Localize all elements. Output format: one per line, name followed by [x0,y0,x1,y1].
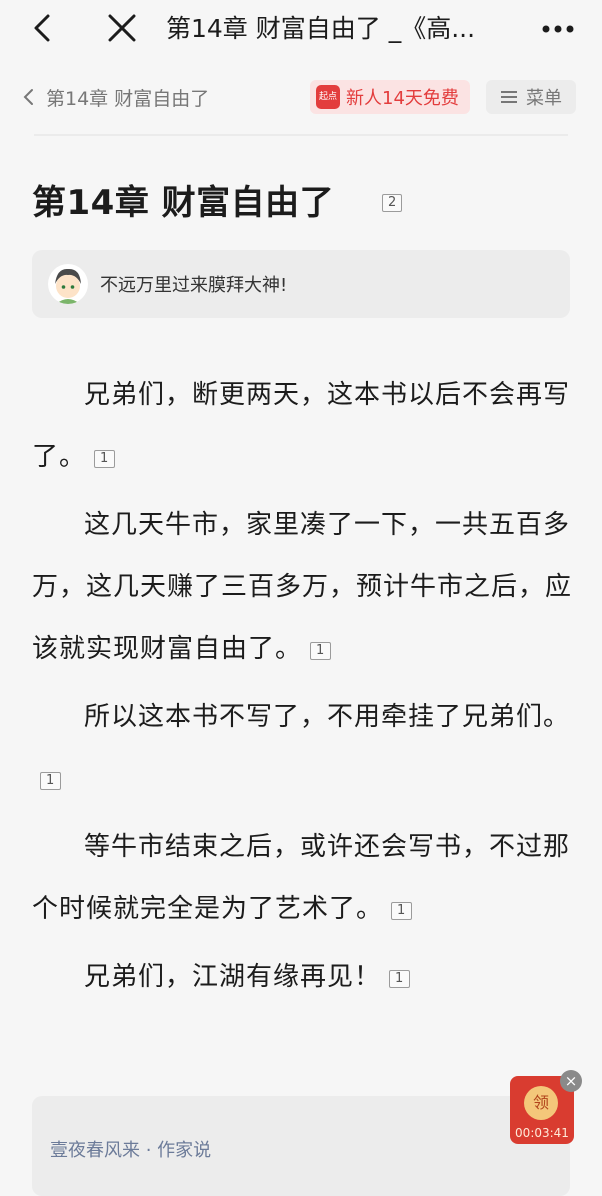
close-widget-button[interactable]: × [560,1070,582,1092]
breadcrumb-label: 第14章 财富自由了 [46,87,210,110]
paragraph-comment-badge[interactable]: 1 [310,642,332,660]
paragraph-comment-badge[interactable]: 1 [94,450,116,468]
chapter-content: 兄弟们，断更两天，这本书以后不会再写了。 1 这几天牛市，家里凑了一下，一共五百多… [32,364,572,1014]
paragraph: 这几天牛市，家里凑了一下，一共五百多万，这几天赚了三百多万，预计牛市之后，应该就… [32,494,572,680]
menu-icon [501,91,517,103]
paragraph-comment-badge[interactable]: 1 [391,902,413,920]
top-nav-bar: 第14章 财富自由了 _《高... [0,0,602,58]
back-button[interactable] [26,10,62,46]
chapter-title: 第14章 财富自由了 [32,183,335,223]
paragraph-text: 所以这本书不写了，不用牵挂了兄弟们。 [84,702,571,732]
menu-button[interactable]: 菜单 [486,80,576,114]
author-note-label: 壹夜春风来 · 作家说 [50,1140,212,1161]
comment-text: 不远万里过来膜拜大神! [100,275,288,296]
paragraph: 兄弟们，江湖有缘再见！ 1 [32,946,572,1008]
qidian-logo-icon: 起点 [316,85,340,109]
close-icon [108,14,136,42]
paragraph: 所以这本书不写了，不用牵挂了兄弟们。 1 [32,686,572,810]
paragraph-text: 等牛市结束之后，或许还会写书，不过那个时候就完全是为了艺术了。 [32,832,571,924]
menu-label: 菜单 [526,88,562,109]
chapter-breadcrumb[interactable]: 第14章 财富自由了 [22,80,209,114]
more-button[interactable] [540,12,580,46]
page-title: 第14章 财富自由了 _《高... [166,14,476,43]
paragraph-comment-badge[interactable]: 1 [389,970,411,988]
close-button[interactable] [104,10,140,46]
author-note-card[interactable]: 壹夜春风来 · 作家说 [32,1096,570,1196]
paragraph: 兄弟们，断更两天，这本书以后不会再写了。 1 [32,364,572,488]
more-dots-icon [542,25,574,33]
avatar [48,264,88,304]
paragraph: 等牛市结束之后，或许还会写书，不过那个时候就完全是为了艺术了。 1 [32,816,572,940]
reader-toolbar: 第14章 财富自由了 起点 新人14天免费 菜单 [0,72,602,122]
promo-label: 新人14天免费 [346,88,459,109]
chapter-comment[interactable]: 不远万里过来膜拜大神! [32,250,570,318]
free-trial-promo[interactable]: 起点 新人14天免费 [310,80,470,114]
comment-count-badge[interactable]: 2 [382,194,403,212]
divider [34,134,568,136]
coin-icon: 领 [524,1086,558,1120]
paragraph-text: 兄弟们，江湖有缘再见！ [84,962,382,992]
chevron-left-icon [34,14,50,42]
paragraph-comment-badge[interactable]: 1 [40,772,62,790]
paragraph-text: 这几天牛市，家里凑了一下，一共五百多万，这几天赚了三百多万，预计牛市之后，应该就… [32,510,573,664]
chevron-left-icon [23,89,33,105]
countdown-timer: 00:03:41 [515,1126,569,1140]
